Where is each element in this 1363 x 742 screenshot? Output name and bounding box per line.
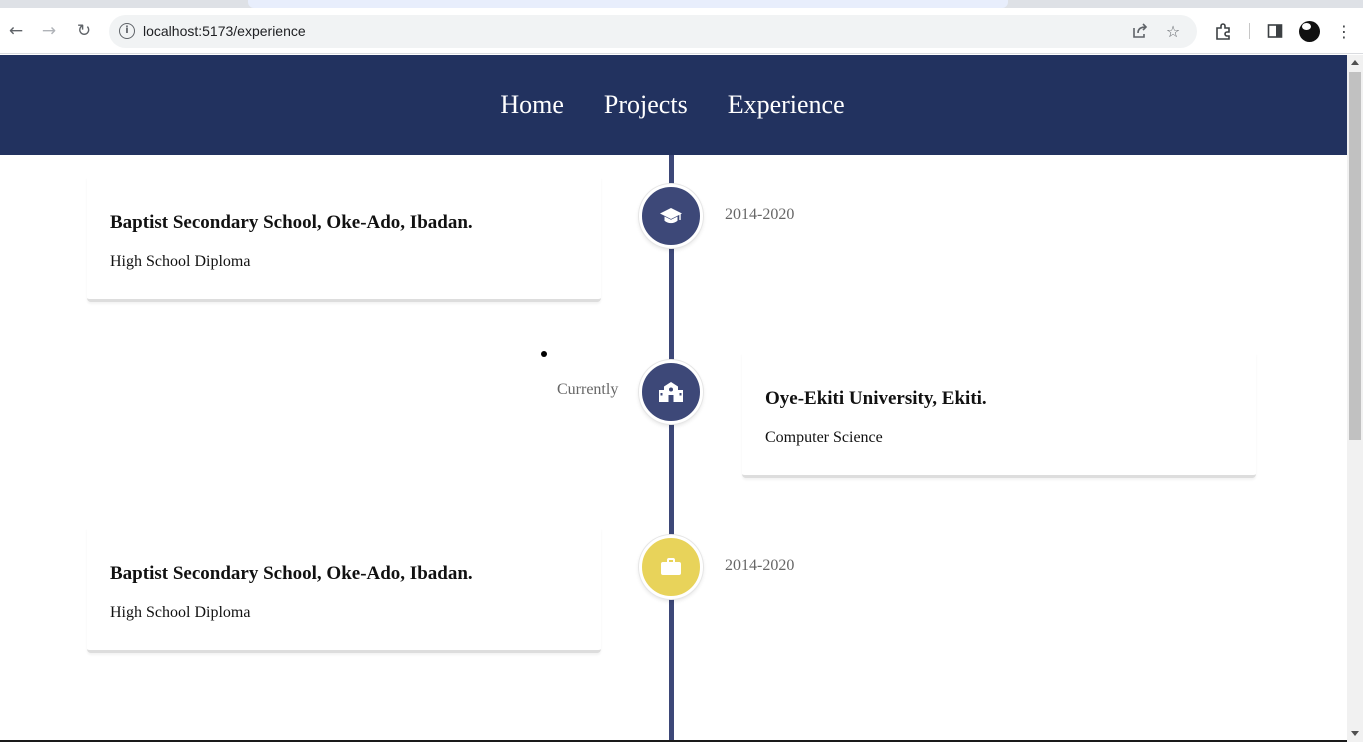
toolbar-divider (1249, 23, 1250, 39)
page-viewport: Home Projects Experience Baptist Seconda… (0, 55, 1347, 742)
card-title: Oye-Ekiti University, Ekiti. (765, 388, 987, 409)
reload-icon[interactable]: ↻ (73, 20, 95, 42)
share-icon[interactable] (1130, 21, 1150, 41)
tab-strip (0, 0, 1363, 8)
navbar: Home Projects Experience (0, 55, 1347, 155)
bookmark-star-icon[interactable]: ☆ (1163, 21, 1183, 41)
address-bar[interactable]: i localhost:5173/experience ☆ (109, 15, 1197, 48)
graduation-cap-icon (639, 184, 703, 248)
bullet-dot (541, 351, 547, 357)
nav-projects-link[interactable]: Projects (604, 90, 688, 120)
extensions-icon[interactable] (1212, 20, 1234, 42)
timeline-card: Oye-Ekiti University, Ekiti. Computer Sc… (742, 353, 1256, 478)
timeline-date: Currently (557, 381, 619, 398)
briefcase-icon (639, 535, 703, 599)
nav-experience-link[interactable]: Experience (728, 90, 845, 120)
school-building-icon (639, 360, 703, 424)
active-tab[interactable] (248, 0, 1008, 8)
nav-home-link[interactable]: Home (500, 90, 564, 120)
card-subtitle: Computer Science (765, 429, 883, 446)
scroll-thumb[interactable] (1349, 72, 1361, 440)
timeline-date: 2014-2020 (725, 206, 795, 223)
page-scrollbar[interactable] (1347, 55, 1363, 742)
card-title: Baptist Secondary School, Oke-Ado, Ibada… (110, 563, 473, 584)
timeline-card: Baptist Secondary School, Oke-Ado, Ibada… (87, 528, 601, 653)
menu-icon[interactable]: ⋮ (1333, 20, 1355, 42)
timeline-card: Baptist Secondary School, Oke-Ado, Ibada… (87, 177, 601, 302)
profile-avatar[interactable] (1299, 21, 1320, 42)
card-subtitle: High School Diploma (110, 604, 251, 621)
scroll-down-arrow[interactable] (1351, 731, 1359, 736)
forward-icon[interactable]: → (38, 20, 60, 42)
card-subtitle: High School Diploma (110, 253, 251, 270)
card-title: Baptist Secondary School, Oke-Ado, Ibada… (110, 212, 473, 233)
url-text[interactable]: localhost:5173/experience (143, 23, 306, 39)
browser-toolbar: ← → ↻ i localhost:5173/experience ☆ ⋮ (0, 8, 1363, 54)
side-panel-icon[interactable] (1264, 20, 1286, 42)
scroll-up-arrow[interactable] (1351, 60, 1359, 65)
site-info-icon[interactable]: i (119, 23, 135, 39)
timeline-date: 2014-2020 (725, 557, 795, 574)
back-icon[interactable]: ← (5, 20, 27, 42)
